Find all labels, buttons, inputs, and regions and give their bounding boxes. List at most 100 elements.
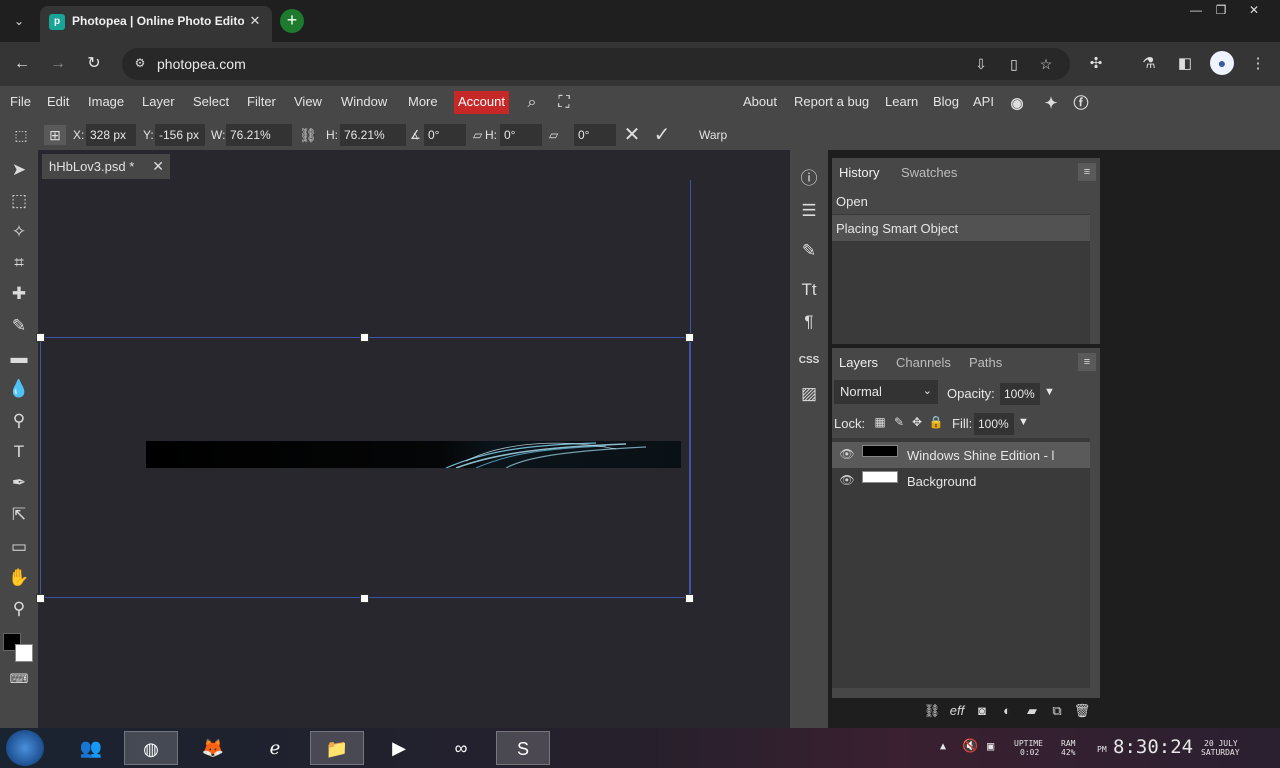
explorer-app-icon[interactable]: 📁 <box>310 731 364 765</box>
crop-tool-icon[interactable]: ⌗ <box>6 250 32 276</box>
transform-bounding-box[interactable] <box>40 337 690 598</box>
healing-brush-icon[interactable]: ✚ <box>6 281 32 307</box>
lock-image-icon[interactable]: ✎ <box>891 414 907 430</box>
transform-handle-bottom-left[interactable] <box>36 594 45 603</box>
fill-input[interactable]: 100% <box>974 413 1014 435</box>
css-icon[interactable]: CSS <box>796 348 822 374</box>
keyboard-icon[interactable]: ⌨ <box>6 666 32 692</box>
reference-point-icon[interactable]: ⊞ <box>44 125 66 145</box>
extensions-puzzle-icon[interactable]: ✣ <box>1084 52 1108 76</box>
paragraph-icon[interactable]: ¶ <box>796 309 822 335</box>
tab-channels[interactable]: Channels <box>896 355 951 370</box>
menu-more[interactable]: More <box>408 94 438 109</box>
media-app-icon[interactable]: ▶ <box>372 731 426 765</box>
x-input[interactable]: 328 px <box>86 124 136 146</box>
skew-h-input[interactable]: 0° <box>500 124 542 146</box>
angle-input[interactable]: 0° <box>424 124 466 146</box>
search-icon[interactable]: ⌕ <box>521 92 543 114</box>
chrome-app-icon[interactable]: ◍ <box>124 731 178 765</box>
users-app-icon[interactable]: 👥 <box>64 731 118 765</box>
link-layers-icon[interactable]: ⛓ <box>923 702 941 720</box>
marquee-tool-icon[interactable]: ⬚ <box>6 188 32 214</box>
menu-file[interactable]: File <box>10 94 31 109</box>
layer-row[interactable]: 👁 Background <box>832 468 1090 494</box>
fullscreen-icon[interactable]: ⛶ <box>553 92 575 114</box>
tab-paths[interactable]: Paths <box>969 355 1002 370</box>
profile-avatar-icon[interactable]: ● <box>1210 51 1234 75</box>
close-document-icon[interactable]: ✕ <box>152 158 164 175</box>
height-input[interactable]: 76.21% <box>340 124 406 146</box>
transform-handle-top[interactable] <box>360 333 369 342</box>
tab-layers[interactable]: Layers <box>839 355 878 370</box>
reload-icon[interactable]: ↻ <box>82 52 106 76</box>
skype-app-icon[interactable]: S <box>496 731 550 765</box>
gradient-tool-icon[interactable]: ▬ <box>6 345 32 371</box>
image-icon[interactable]: ▨ <box>796 381 822 407</box>
blur-tool-icon[interactable]: 💧 <box>6 376 32 402</box>
tab-swatches[interactable]: Swatches <box>901 165 957 180</box>
commit-transform-icon[interactable]: ✓ <box>650 124 674 146</box>
clock-time[interactable]: 8:30:24 <box>1113 736 1193 758</box>
new-group-icon[interactable]: ▰ <box>1023 702 1041 720</box>
transform-handle-top-left[interactable] <box>36 333 45 342</box>
infinity-app-icon[interactable]: ∞ <box>434 731 488 765</box>
skew-v-input[interactable]: 0° <box>574 124 616 146</box>
link-about[interactable]: About <box>743 94 777 109</box>
layer-row[interactable]: 👁 Windows Shine Edition - l <box>832 442 1090 468</box>
address-bar[interactable]: ⚙ photopea.com ⇩ ▯ ☆ <box>122 48 1070 80</box>
reddit-icon[interactable]: ◉ <box>1006 93 1028 115</box>
tab-history[interactable]: History <box>839 165 879 180</box>
history-menu-icon[interactable]: ≡ <box>1078 163 1096 181</box>
document-tab[interactable]: hHbLov3.psd * ✕ <box>42 154 170 179</box>
close-window-icon[interactable]: ✕ <box>1241 0 1267 22</box>
chrome-menu-icon[interactable]: ⋮ <box>1246 52 1270 76</box>
menu-select[interactable]: Select <box>193 94 229 109</box>
transform-handle-top-right[interactable] <box>685 333 694 342</box>
new-layer-icon[interactable]: ⧉ <box>1048 702 1066 720</box>
menu-filter[interactable]: Filter <box>247 94 276 109</box>
pen-tool-icon[interactable]: ✒ <box>6 470 32 496</box>
start-button[interactable] <box>6 730 44 766</box>
blend-mode-select[interactable]: Normal ⌄ <box>834 380 938 404</box>
transform-handle-bottom-right[interactable] <box>685 594 694 603</box>
visibility-eye-icon[interactable]: 👁 <box>838 447 856 463</box>
tab-search-chevron-icon[interactable]: ⌄ <box>8 10 30 32</box>
bookmark-star-icon[interactable]: ☆ <box>1037 55 1055 73</box>
menu-layer[interactable]: Layer <box>142 94 175 109</box>
opacity-input[interactable]: 100% <box>1000 383 1040 405</box>
account-button[interactable]: Account <box>454 91 509 114</box>
link-api[interactable]: API <box>973 94 994 109</box>
menu-view[interactable]: View <box>294 94 322 109</box>
facebook-icon[interactable]: ⓕ <box>1070 93 1092 115</box>
labs-flask-icon[interactable]: ⚗ <box>1137 52 1161 76</box>
tray-expand-icon[interactable]: ▲ <box>940 741 946 752</box>
back-arrow-icon[interactable]: ← <box>10 52 34 76</box>
zoom-tool-icon[interactable]: ⚲ <box>6 596 32 622</box>
twitter-icon[interactable]: ✦ <box>1040 93 1062 115</box>
fill-dropdown-icon[interactable]: ▼ <box>1018 416 1029 428</box>
y-input[interactable]: -156 px <box>155 124 205 146</box>
close-tab-icon[interactable]: ✕ <box>246 12 264 30</box>
new-tab-button[interactable]: + <box>280 9 304 33</box>
install-app-icon[interactable]: ⇩ <box>972 55 990 73</box>
menu-image[interactable]: Image <box>88 94 124 109</box>
delete-layer-icon[interactable]: 🗑 <box>1073 702 1091 720</box>
opacity-dropdown-icon[interactable]: ▼ <box>1044 386 1055 398</box>
type-tool-icon[interactable]: T <box>6 439 32 465</box>
ie-app-icon[interactable]: ℯ <box>248 731 302 765</box>
page-icon[interactable]: ▯ <box>1005 55 1023 73</box>
browser-tab[interactable]: p Photopea | Online Photo Editor ✕ <box>40 6 272 42</box>
brush-settings-icon[interactable]: ✎ <box>796 238 822 264</box>
warp-button[interactable]: Warp <box>699 128 727 142</box>
layer-effects-icon[interactable]: eff <box>948 702 966 720</box>
layer-mask-icon[interactable]: ◙ <box>973 702 991 720</box>
width-input[interactable]: 76.21% <box>226 124 292 146</box>
rectangle-tool-icon[interactable]: ▭ <box>6 534 32 560</box>
layers-menu-icon[interactable]: ≡ <box>1078 353 1096 371</box>
document-workspace[interactable]: hHbLov3.psd * ✕ <box>36 150 790 728</box>
magic-wand-icon[interactable]: ✧ <box>6 219 32 245</box>
hand-tool-icon[interactable]: ✋ <box>6 565 32 591</box>
adjustment-layer-icon[interactable]: ◐ <box>998 702 1016 720</box>
lock-all-icon[interactable]: 🔒 <box>928 414 944 430</box>
path-select-icon[interactable]: ⇱ <box>6 502 32 528</box>
